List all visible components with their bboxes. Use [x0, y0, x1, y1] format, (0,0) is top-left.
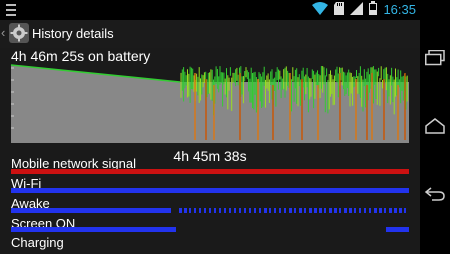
navigation-bar — [420, 0, 450, 254]
wifi-bar — [11, 188, 409, 193]
awake-segment — [319, 208, 322, 213]
awake-segment — [269, 208, 271, 213]
notification-list-icon — [6, 3, 16, 21]
battery-level-area — [11, 65, 180, 143]
sd-card-icon — [334, 1, 345, 18]
awake-segment — [294, 208, 296, 213]
settings-gear-icon[interactable] — [9, 23, 29, 43]
mobile-network-signal-bar — [11, 169, 409, 174]
awake-segment — [309, 208, 312, 213]
awake-segment — [239, 208, 241, 213]
screen-on-bar — [11, 227, 409, 232]
awake-segment — [339, 208, 341, 213]
charging-label: Charging — [11, 235, 64, 250]
awake-segment — [224, 208, 226, 213]
awake-segment — [204, 208, 206, 213]
awake-segment — [179, 208, 182, 213]
awake-segment — [234, 208, 236, 213]
awake-segment — [299, 208, 302, 213]
awake-segment — [194, 208, 196, 213]
awake-segment — [344, 208, 347, 213]
awake-segment — [284, 208, 286, 213]
awake-segment — [394, 208, 397, 213]
signal-icon — [350, 1, 364, 18]
awake-segment — [264, 208, 267, 213]
awake-segment — [189, 208, 191, 213]
awake-segment — [384, 208, 386, 213]
back-icon[interactable] — [420, 174, 450, 214]
awake-segment — [404, 208, 406, 213]
awake-segment — [11, 208, 171, 213]
awake-segment — [334, 208, 337, 213]
awake-segment — [329, 208, 332, 213]
page-title: History details — [32, 26, 114, 41]
awake-segment — [219, 208, 221, 213]
awake-segment — [184, 208, 187, 213]
awake-segment — [369, 208, 371, 213]
awake-segment — [399, 208, 402, 213]
battery-icon — [369, 1, 378, 18]
awake-segment — [314, 208, 317, 213]
battery-chart — [10, 64, 409, 143]
awake-segment — [389, 208, 392, 213]
awake-segment — [244, 208, 246, 213]
awake-segment — [199, 208, 201, 213]
wifi-icon — [312, 1, 329, 18]
awake-bar — [11, 208, 409, 213]
screen-on-segment — [386, 227, 409, 232]
awake-segment — [229, 208, 231, 213]
awake-segment — [349, 208, 352, 213]
awake-segment — [214, 208, 216, 213]
awake-segment — [209, 208, 211, 213]
status-bar: 16:35 — [0, 0, 420, 19]
awake-segment — [354, 208, 356, 213]
recent-apps-icon[interactable] — [420, 38, 450, 78]
action-bar: ‹ History details — [0, 20, 420, 49]
awake-segment — [379, 208, 382, 213]
awake-segment — [274, 208, 276, 213]
awake-segment — [289, 208, 292, 213]
battery-level-trace — [180, 66, 409, 143]
screen-on-segment — [11, 227, 176, 232]
awake-segment — [364, 208, 366, 213]
awake-segment — [324, 208, 326, 213]
awake-segment — [359, 208, 361, 213]
awake-segment — [259, 208, 261, 213]
chevron-left-icon[interactable]: ‹ — [1, 26, 5, 40]
awake-segment — [254, 208, 256, 213]
clock: 16:35 — [383, 2, 416, 17]
awake-segment — [249, 208, 251, 213]
awake-segment — [374, 208, 377, 213]
awake-segment — [304, 208, 306, 213]
awake-segment — [279, 208, 281, 213]
home-icon[interactable] — [420, 106, 450, 146]
history-details-content: 4h 46m 25s on battery 4h 45m 38s Mobile … — [0, 48, 420, 254]
